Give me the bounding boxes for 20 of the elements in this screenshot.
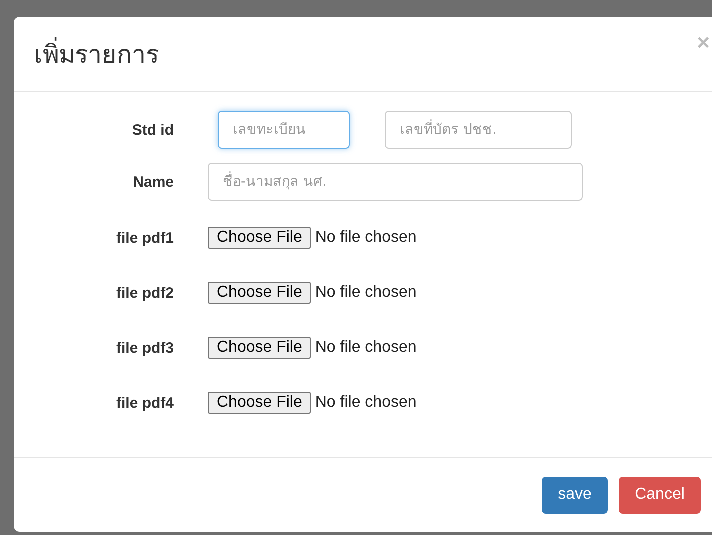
field-label: Name: [132, 174, 174, 190]
dialog-title: เพิ่มรายการ: [34, 34, 159, 74]
choose-file-button[interactable]: Choose File: [208, 227, 312, 249]
save-button[interactable]: save: [542, 476, 608, 514]
file-label: file pdf2: [115, 284, 174, 302]
cancel-button[interactable]: Cancel: [619, 476, 701, 514]
file-label: file pdf4: [115, 394, 174, 412]
field-label: Std id: [131, 122, 174, 138]
file-status: No file chosen: [315, 284, 417, 302]
input-field[interactable]: เลขทะเบียน: [218, 111, 350, 149]
input-field[interactable]: ชื่อ-นามสกุล นศ.: [208, 163, 583, 201]
file-status: No file chosen: [315, 229, 417, 247]
file-status: No file chosen: [315, 394, 417, 412]
input-field[interactable]: เลขที่บัตร ปชช.: [385, 111, 572, 149]
file-label: file pdf1: [115, 230, 174, 246]
choose-file-button[interactable]: Choose File: [208, 282, 312, 304]
choose-file-button[interactable]: Choose File: [208, 392, 312, 414]
choose-file-button[interactable]: Choose File: [208, 337, 312, 359]
file-label: file pdf3: [115, 340, 174, 356]
file-status: No file chosen: [315, 339, 417, 357]
